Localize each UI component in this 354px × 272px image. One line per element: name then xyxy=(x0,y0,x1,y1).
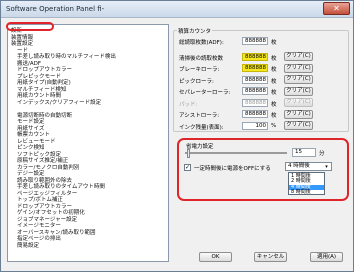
tree-item[interactable]: デジー設定 xyxy=(17,171,45,177)
counter-value: 888888 xyxy=(242,110,268,118)
window-title: Software Operation Panel fi- xyxy=(6,5,105,13)
tree-item[interactable]: 手差し読み取りのタイムアウト時間 xyxy=(17,184,105,190)
tree-item[interactable]: 帳票カウント xyxy=(17,132,50,138)
auto-off-checkbox[interactable]: ✓ xyxy=(184,164,191,171)
counter-label: セパレーターローラ: xyxy=(179,90,231,96)
counter-unit: 枚 xyxy=(271,55,277,62)
sleep-minutes-input[interactable]: 15 xyxy=(292,148,316,157)
tree-item[interactable]: ード xyxy=(17,48,28,54)
counter-label: インク残量(表面): xyxy=(179,124,224,131)
clear-counter-button[interactable]: クリア(C) xyxy=(284,52,313,61)
tree-item[interactable]: 読み取り範囲外の除去 xyxy=(17,178,72,184)
tree-item[interactable]: 指定ページの排出 xyxy=(17,236,61,242)
tree-item[interactable]: カラー/モノクロ自動判別 xyxy=(17,165,79,171)
counter-unit: 枚 xyxy=(271,78,277,85)
counter-label: ピックローラ: xyxy=(179,78,214,85)
counter-label: アシストローラ: xyxy=(179,113,220,119)
counter-unit: 枚 xyxy=(271,90,277,96)
auto-off-time-value: 4 時間後 xyxy=(288,163,310,169)
tree-item[interactable]: 原稿サイズ推定/補正 xyxy=(17,158,68,164)
tree-item[interactable]: 装置設定 xyxy=(11,41,33,47)
sleep-slider[interactable] xyxy=(185,152,287,154)
clear-counter-button[interactable]: クリア(C) xyxy=(284,98,313,107)
counter-unit: % xyxy=(271,122,277,129)
tree-item[interactable]: ソフトピック設定 xyxy=(17,152,61,158)
tree-item[interactable]: オーバースキャン/読み取り範囲 xyxy=(17,230,96,236)
tree-item[interactable]: マルチフィード検知 xyxy=(17,87,66,93)
auto-off-time-select[interactable]: 4 時間後 ▾ xyxy=(285,162,332,171)
tree-item[interactable]: トップ/ボトム補正 xyxy=(17,197,63,203)
apply-button[interactable]: 適用(A) xyxy=(310,252,343,262)
sleep-slider-thumb[interactable] xyxy=(187,149,190,158)
tree-item[interactable]: ジョブマネージャー設定 xyxy=(17,217,77,223)
counter-unit: 枚 xyxy=(271,67,277,73)
counter-label: パッド: xyxy=(179,101,198,108)
tree-item[interactable]: レビューモード xyxy=(17,139,56,145)
tree-item[interactable]: 電源切断時の自動切断 xyxy=(17,113,72,119)
tree-item[interactable]: 用紙カウント時間 xyxy=(17,93,61,99)
tree-item[interactable]: 手差し読み取り時のマルチフィード検出 xyxy=(17,54,116,60)
auto-off-label: 一定時間後に電源をOFFにする xyxy=(194,166,271,172)
counter-group-label: 積算カウンタ xyxy=(177,27,213,35)
settings-window: Software Operation Panel fi- ✕ 設新 装置情報 装置設… xyxy=(0,0,354,272)
clear-counter-button[interactable]: クリア(C) xyxy=(284,86,313,96)
counter-unit: 枚 xyxy=(271,113,277,119)
clear-counter-button[interactable]: クリア(C) xyxy=(284,121,313,130)
counter-value: 888888 xyxy=(242,52,268,61)
counter-value: 888888 xyxy=(242,98,268,107)
settings-tree[interactable]: 設新 装置情報 装置設定 ード 手差し読み取り時のマルチフィード検出 搬送/ADF ドロップ… xyxy=(7,24,169,262)
selected-item-highlight xyxy=(6,22,54,31)
tree-item[interactable]: 用紙タイプ(自動判定) xyxy=(17,80,71,86)
tree-item[interactable]: インデックス/クリアフィード設定 xyxy=(17,100,101,106)
counter-value: 888888 xyxy=(242,64,268,72)
counter-value: 888888 xyxy=(242,87,268,95)
auto-off-option[interactable]: 8 時間後 xyxy=(289,189,324,195)
cancel-button[interactable]: キャンセル xyxy=(254,252,287,262)
tree-item[interactable]: 搬送/ADF xyxy=(17,61,41,67)
tree-item[interactable]: ドロップアウトカラー xyxy=(17,67,72,73)
tree-item[interactable]: 装置情報 xyxy=(11,35,33,41)
clear-counter-button[interactable]: クリア(C) xyxy=(284,63,313,73)
clear-counter-button[interactable]: クリア(C) xyxy=(284,109,313,119)
tree-item[interactable]: ピンク検知 xyxy=(17,145,45,151)
title-bar: Software Operation Panel fi- ✕ xyxy=(1,1,353,18)
counter-value: 888888 xyxy=(242,37,268,45)
counter-unit: 枚 xyxy=(271,101,277,108)
chevron-down-icon[interactable]: ▾ xyxy=(323,164,330,170)
counter-value: 888888 xyxy=(242,75,268,84)
tree-item[interactable]: ページエッジフィルター xyxy=(17,191,77,197)
ok-button[interactable]: OK xyxy=(199,252,232,262)
auto-off-time-options[interactable]: 1 時間後 2 時間後 4 時間後 8 時間後 xyxy=(288,172,325,195)
tree-item[interactable]: ゲイン/オフセットの初期化 xyxy=(17,210,85,216)
tree-item[interactable]: イメージモニター xyxy=(17,223,61,229)
counter-label: 総読取枚数(ADF): xyxy=(179,40,224,46)
tree-item[interactable]: モード設定 xyxy=(17,119,45,125)
tree-item[interactable]: 簡易設定 xyxy=(17,243,39,249)
counter-label: 清掃後の読取枚数 xyxy=(179,55,224,62)
minutes-unit: 分 xyxy=(319,151,325,157)
close-button[interactable]: ✕ xyxy=(323,2,350,15)
tree-item[interactable]: 用紙サイズ xyxy=(17,126,44,132)
counter-unit: 枚 xyxy=(271,40,277,46)
counter-value: 100 xyxy=(242,121,268,130)
counter-label: ブレーキローラ: xyxy=(179,67,220,73)
tree-item[interactable]: プレピックモード xyxy=(17,74,61,80)
clear-counter-button[interactable]: クリア(C) xyxy=(284,75,313,84)
tree-item[interactable]: ドロップアウトカラー xyxy=(17,204,72,210)
